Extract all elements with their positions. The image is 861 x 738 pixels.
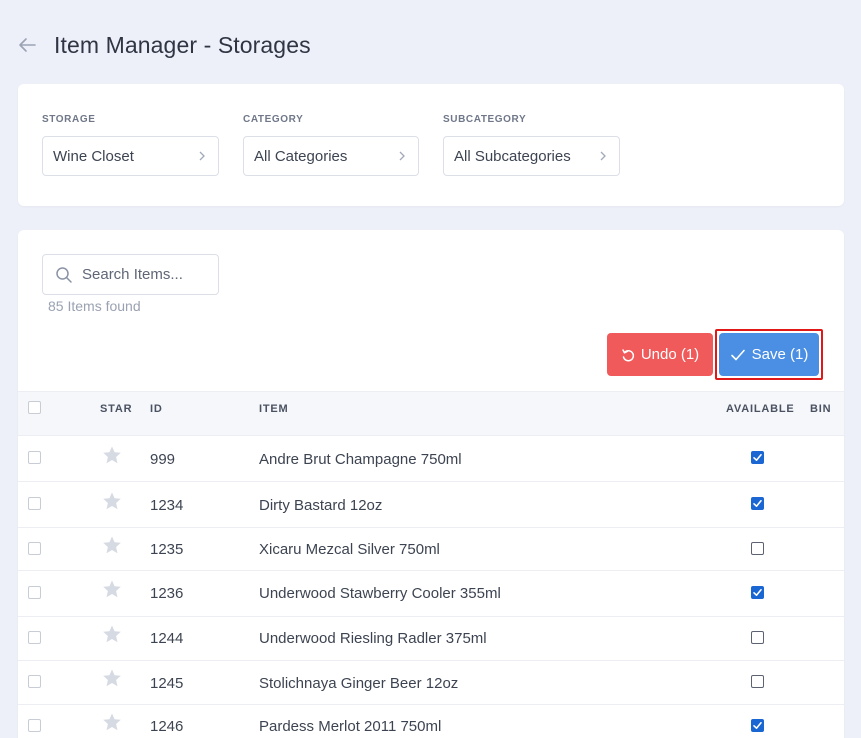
row-item-name: Underwood Stawberry Cooler 355ml	[259, 585, 501, 602]
available-checkbox[interactable]	[751, 586, 764, 599]
table-row[interactable]: 1246 Pardess Merlot 2011 750ml	[18, 704, 844, 738]
column-header-item[interactable]: ITEM	[259, 392, 288, 436]
row-id: 1246	[150, 718, 184, 735]
chevron-right-icon	[599, 150, 609, 162]
available-checkbox[interactable]	[751, 631, 764, 644]
row-item-name: Pardess Merlot 2011 750ml	[259, 718, 442, 735]
category-filter-label: CATEGORY	[243, 114, 304, 125]
row-id: 1244	[150, 630, 184, 647]
filter-card: STORAGE Wine Closet CATEGORY All Categor…	[18, 84, 844, 206]
storage-filter-label: STORAGE	[42, 114, 96, 125]
subcategory-select[interactable]: All Subcategories	[443, 136, 620, 176]
row-id: 1236	[150, 585, 184, 602]
star-icon[interactable]	[102, 668, 122, 688]
items-card: 85 Items found Undo (1) Save (1) STAR ID…	[18, 230, 844, 738]
star-icon[interactable]	[102, 624, 122, 644]
chevron-right-icon	[198, 150, 208, 162]
row-item-name: Andre Brut Champagne 750ml	[259, 451, 462, 468]
row-id: 1235	[150, 541, 184, 558]
row-item-name: Dirty Bastard 12oz	[259, 497, 383, 514]
search-box[interactable]	[42, 254, 219, 295]
row-id: 999	[150, 451, 176, 468]
star-icon[interactable]	[102, 535, 122, 555]
check-icon	[730, 348, 746, 362]
row-item-name: Xicaru Mezcal Silver 750ml	[259, 541, 440, 558]
row-checkbox[interactable]	[28, 719, 41, 732]
table-row[interactable]: 1234 Dirty Bastard 12oz	[18, 481, 844, 527]
subcategory-select-value: All Subcategories	[454, 147, 571, 165]
undo-button-label: Undo (1)	[640, 346, 700, 363]
items-found-count: 85 Items found	[48, 298, 141, 314]
column-header-star[interactable]: STAR	[100, 392, 132, 436]
storage-select[interactable]: Wine Closet	[42, 136, 219, 176]
search-input[interactable]	[82, 266, 212, 283]
row-item-name: Stolichnaya Ginger Beer 12oz	[259, 675, 459, 692]
row-checkbox[interactable]	[28, 542, 41, 555]
storage-select-value: Wine Closet	[53, 147, 134, 165]
row-id: 1245	[150, 675, 184, 692]
arrow-left-icon[interactable]	[16, 34, 38, 56]
page-title: Item Manager - Storages	[54, 31, 311, 58]
save-button[interactable]: Save (1)	[719, 333, 819, 376]
undo-icon	[621, 348, 635, 362]
category-select[interactable]: All Categories	[243, 136, 419, 176]
undo-button[interactable]: Undo (1)	[607, 333, 713, 376]
star-icon[interactable]	[102, 712, 122, 732]
page-header: Item Manager - Storages	[16, 30, 311, 60]
column-header-available[interactable]: AVAILABLE	[726, 392, 795, 436]
subcategory-filter-label: SUBCATEGORY	[443, 114, 527, 125]
table-row[interactable]: 1245 Stolichnaya Ginger Beer 12oz	[18, 660, 844, 704]
row-item-name: Underwood Riesling Radler 375ml	[259, 630, 487, 647]
star-icon[interactable]	[102, 579, 122, 599]
row-checkbox[interactable]	[28, 451, 41, 464]
chevron-right-icon	[398, 150, 408, 162]
column-header-bin[interactable]: BIN	[810, 392, 831, 436]
table-row[interactable]: 999 Andre Brut Champagne 750ml	[18, 435, 844, 481]
column-header-id[interactable]: ID	[150, 392, 163, 436]
row-checkbox[interactable]	[28, 586, 41, 599]
subcategory-filter: SUBCATEGORY All Subcategories	[443, 114, 620, 176]
row-checkbox[interactable]	[28, 631, 41, 644]
available-checkbox[interactable]	[751, 542, 764, 555]
select-all-checkbox[interactable]	[28, 401, 41, 414]
star-icon[interactable]	[102, 445, 122, 465]
available-checkbox[interactable]	[751, 719, 764, 732]
star-icon[interactable]	[102, 491, 122, 511]
row-checkbox[interactable]	[28, 497, 41, 510]
table-row[interactable]: 1244 Underwood Riesling Radler 375ml	[18, 616, 844, 660]
row-id: 1234	[150, 497, 184, 514]
available-checkbox[interactable]	[751, 675, 764, 688]
table-row[interactable]: 1235 Xicaru Mezcal Silver 750ml	[18, 527, 844, 570]
category-select-value: All Categories	[254, 147, 348, 165]
available-checkbox[interactable]	[751, 497, 764, 510]
table-header: STAR ID ITEM AVAILABLE BIN	[18, 391, 844, 435]
search-icon	[55, 266, 73, 284]
save-button-label: Save (1)	[751, 346, 809, 363]
row-checkbox[interactable]	[28, 675, 41, 688]
storage-filter: STORAGE Wine Closet	[42, 114, 219, 176]
category-filter: CATEGORY All Categories	[243, 114, 419, 176]
available-checkbox[interactable]	[751, 451, 764, 464]
table-row[interactable]: 1236 Underwood Stawberry Cooler 355ml	[18, 570, 844, 616]
